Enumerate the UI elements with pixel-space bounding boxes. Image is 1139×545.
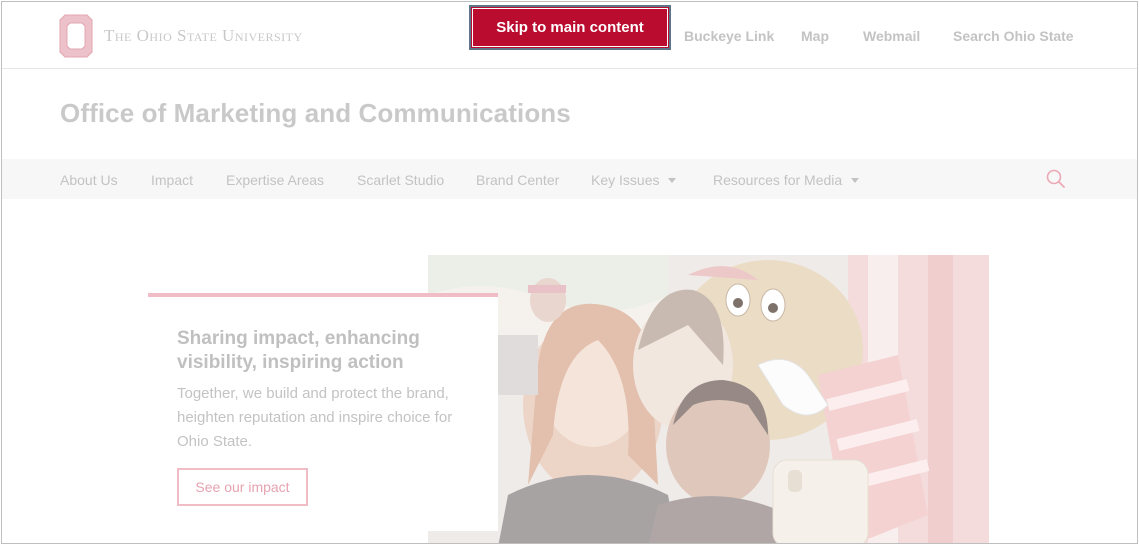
buckeye-link[interactable]: Buckeye Link xyxy=(684,28,774,44)
nav-resources-for-media[interactable]: Resources for Media xyxy=(713,172,860,188)
site-title[interactable]: Office of Marketing and Communications xyxy=(60,98,571,129)
search-icon[interactable] xyxy=(1045,168,1067,190)
nav-impact[interactable]: Impact xyxy=(151,172,193,188)
hero-title: Sharing impact, enhancing visibility, in… xyxy=(177,328,420,373)
webmail-link[interactable]: Webmail xyxy=(863,28,920,44)
hero-description: Together, we build and protect the brand… xyxy=(177,385,453,450)
hero-photo xyxy=(428,255,989,543)
caret-down-icon xyxy=(668,177,677,183)
nav-about-us[interactable]: About Us xyxy=(60,172,118,188)
nav-expertise-areas[interactable]: Expertise Areas xyxy=(226,172,324,188)
nav-brand-center[interactable]: Brand Center xyxy=(476,172,559,188)
utility-nav: Buckeye Link Map Webmail Search Ohio Sta… xyxy=(2,28,1137,48)
nav-key-issues[interactable]: Key Issues xyxy=(591,172,677,188)
selfie-with-mascot-image xyxy=(428,255,989,543)
page: The Ohio State University Skip to main c… xyxy=(1,1,1138,544)
map-link[interactable]: Map xyxy=(801,28,829,44)
see-our-impact-button[interactable]: See our impact xyxy=(177,468,308,506)
nav-scarlet-studio[interactable]: Scarlet Studio xyxy=(357,172,444,188)
hero-card: Sharing impact, enhancing visibility, in… xyxy=(148,293,498,531)
caret-down-icon xyxy=(851,177,860,183)
main-nav: About Us Impact Expertise Areas Scarlet … xyxy=(2,159,1137,199)
top-bar: The Ohio State University Skip to main c… xyxy=(2,2,1137,69)
search-ohio-state-link[interactable]: Search Ohio State xyxy=(953,28,1074,44)
